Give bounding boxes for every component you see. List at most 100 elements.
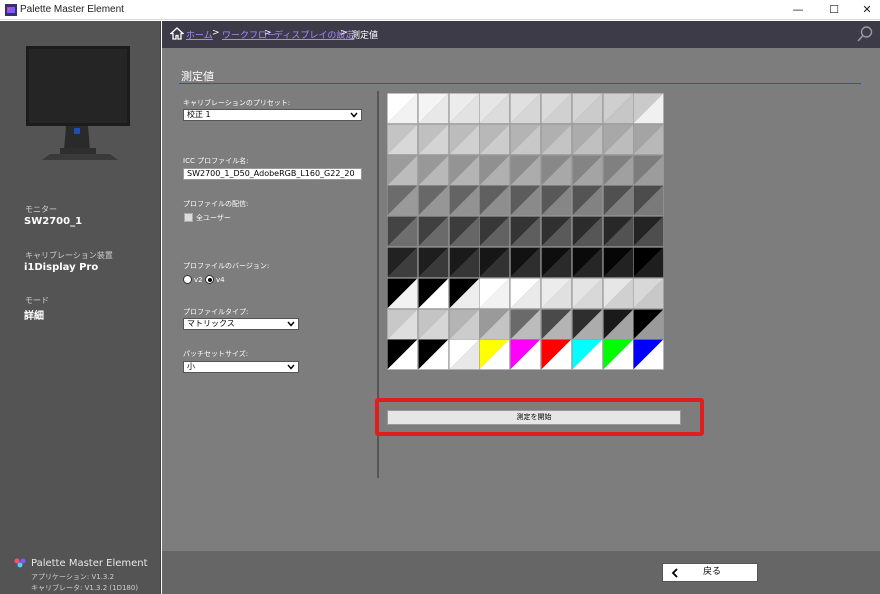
color-patch	[633, 308, 665, 340]
color-patch	[417, 277, 449, 309]
monitor-value: SW2700_1	[24, 216, 83, 227]
color-patch	[602, 339, 634, 371]
breadcrumb-separator: >	[264, 28, 272, 38]
app-version: アプリケーション: V1.3.2	[31, 573, 115, 581]
color-patch	[633, 154, 665, 186]
color-patch	[417, 216, 449, 247]
color-patch	[417, 93, 449, 124]
color-patch	[448, 277, 480, 309]
color-patch	[571, 185, 603, 217]
all-users-label: 全ユーザー	[196, 214, 231, 222]
preset-value: 校正 1	[187, 110, 211, 119]
icc-profile-label: ICC プロファイル名:	[183, 157, 249, 165]
monitor-label: モニター	[25, 205, 57, 214]
color-patch	[602, 277, 634, 309]
color-patch	[479, 277, 511, 309]
color-patch	[448, 185, 480, 217]
app-logo-icon	[14, 558, 26, 568]
color-patch	[633, 93, 665, 124]
device-value: i1Display Pro	[24, 262, 99, 273]
color-patch	[448, 308, 480, 340]
color-patch	[479, 185, 511, 217]
color-patch	[602, 93, 634, 124]
page-title: 測定値	[181, 70, 214, 83]
color-patch	[571, 216, 603, 247]
color-patch	[387, 93, 418, 124]
breadcrumb-separator: >	[340, 28, 348, 38]
color-patch	[633, 123, 665, 155]
color-patch	[510, 339, 541, 371]
color-patch	[510, 93, 541, 124]
color-patch	[448, 93, 480, 124]
color-patch	[571, 339, 603, 371]
color-patch	[510, 185, 541, 217]
color-patch	[387, 277, 418, 309]
color-patch	[541, 93, 572, 124]
minimize-button[interactable]: —	[782, 0, 814, 20]
color-patch	[417, 185, 449, 217]
patch-size-value: 小	[187, 362, 195, 371]
color-patch	[479, 339, 511, 371]
color-patch	[602, 185, 634, 217]
window-title: Palette Master Element	[20, 4, 124, 15]
chevron-left-icon	[671, 568, 678, 578]
device-label: キャリブレーション装置	[25, 251, 113, 260]
chevron-down-icon	[287, 364, 295, 370]
patch-size-label: パッチセットサイズ:	[183, 350, 249, 358]
maximize-button[interactable]: ☐	[818, 0, 850, 20]
color-patch	[571, 277, 603, 309]
back-button[interactable]: 戻る	[662, 563, 758, 582]
color-patch	[571, 154, 603, 186]
preset-select[interactable]: 校正 1	[183, 109, 362, 121]
all-users-checkbox[interactable]	[184, 213, 193, 222]
chevron-down-icon	[287, 321, 295, 327]
color-patch	[387, 339, 418, 371]
color-patch	[479, 123, 511, 155]
breadcrumb: ホーム > ワークフロー > ディスプレイの設定 > 測定値	[162, 21, 880, 48]
monitor-image	[26, 46, 130, 160]
close-button[interactable]: ✕	[851, 0, 880, 20]
color-patch	[602, 308, 634, 340]
profile-version-label: プロファイルのバージョン:	[183, 262, 270, 270]
color-patch	[417, 123, 449, 155]
color-patch	[448, 123, 480, 155]
color-patch	[633, 216, 665, 247]
color-patch	[541, 185, 572, 217]
icc-profile-input[interactable]: SW2700_1_D50_AdobeRGB_L160_G22_20	[183, 168, 362, 180]
v2-label: v2	[194, 276, 203, 284]
color-patch	[479, 154, 511, 186]
preset-label: キャリブレーションのプリセット:	[183, 99, 291, 107]
color-patch	[510, 308, 541, 340]
v2-radio[interactable]	[183, 275, 192, 284]
color-patch	[602, 154, 634, 186]
v4-radio[interactable]	[205, 275, 214, 284]
search-icon[interactable]	[856, 25, 874, 43]
color-patch	[510, 277, 541, 309]
color-patch	[541, 277, 572, 309]
color-patch	[387, 308, 418, 340]
back-button-label: 戻る	[703, 567, 722, 577]
color-patch	[510, 247, 541, 278]
mode-value: 詳細	[24, 311, 44, 322]
footer-bar: 戻る	[162, 551, 880, 594]
app-name: Palette Master Element	[31, 558, 148, 569]
color-patch	[541, 154, 572, 186]
color-patch	[479, 216, 511, 247]
mode-label: モード	[25, 296, 49, 305]
color-patch	[633, 339, 665, 371]
patch-size-select[interactable]: 小	[183, 361, 299, 373]
radio-selected-dot	[207, 277, 212, 282]
home-icon[interactable]	[170, 27, 184, 40]
color-patch	[571, 308, 603, 340]
color-patch	[541, 339, 572, 371]
color-patch	[417, 247, 449, 278]
color-patch	[571, 93, 603, 124]
heading-divider	[179, 83, 861, 84]
color-patch	[633, 185, 665, 217]
calibrator-version: キャリブレータ: V1.3.2 (1D180)	[31, 584, 139, 592]
profile-type-select[interactable]: マトリックス	[183, 318, 299, 330]
color-patch	[417, 339, 449, 371]
breadcrumb-home[interactable]: ホーム	[186, 28, 213, 41]
v4-label: v4	[216, 276, 225, 284]
main-content: 測定値 キャリブレーションのプリセット: 校正 1 ICC プロファイル名: S…	[162, 48, 880, 551]
